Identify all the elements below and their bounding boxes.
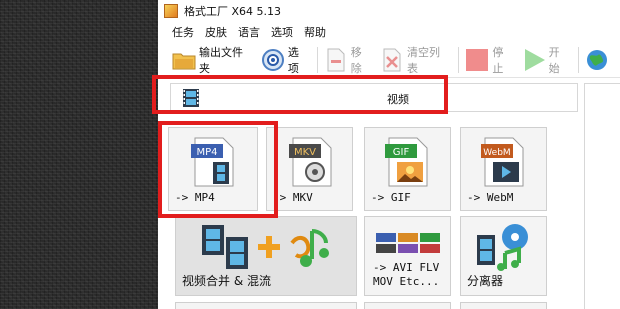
highlight-box-mp4 [158,121,278,218]
mkv-file-icon: MKV [289,137,332,187]
gif-badge: GIF [393,147,410,158]
webm-file-icon: WebM [481,137,524,187]
app-window: 格式工厂 X64 5.13 任务 皮肤 语言 选项 帮助 输出文件夹 选项 移除 [152,0,620,309]
avi-line2: MOV Etc... [373,275,440,288]
splitter-label: 分离器 [467,274,504,288]
title-bar: 格式工厂 X64 5.13 [158,0,620,22]
clear-list-button[interactable]: 清空列表 [380,45,450,75]
toolbar-separator [577,46,579,73]
tile-webm[interactable]: WebM -> WebM [460,127,547,211]
merge-icon [202,225,329,269]
stop-icon [465,48,489,72]
avi-flv-label: -> AVI FLV MOV Etc... [373,261,439,289]
menu-bar: 任务 皮肤 语言 选项 帮助 [158,22,620,42]
gif-label: -> GIF [371,191,411,204]
output-folder-button[interactable]: 输出文件夹 [172,45,253,75]
tile-partial [175,302,357,309]
tile-gif[interactable]: GIF -> GIF [364,127,451,211]
toolbar: 输出文件夹 选项 移除 清空列表 停止 开始 [158,42,620,78]
menu-help[interactable]: 帮助 [304,24,326,40]
play-icon [522,48,546,72]
mkv-badge: MKV [294,147,316,158]
toolbar-separator [458,46,460,73]
remove-button[interactable]: 移除 [324,45,372,75]
webm-label: -> WebM [467,191,514,204]
tile-partial [460,302,547,309]
app-logo-icon [164,4,178,18]
task-list-panel [584,83,620,309]
window-title: 格式工厂 X64 5.13 [184,5,282,18]
avi-line1: -> AVI FLV [373,261,440,274]
tile-partial [364,302,451,309]
menu-skin[interactable]: 皮肤 [205,24,227,40]
start-button[interactable]: 开始 [522,45,570,75]
webm-badge: WebM [483,148,510,158]
desktop-background [0,0,158,309]
clear-list-icon [380,48,404,72]
globe-button[interactable] [585,45,612,75]
options-icon [261,48,285,72]
globe-icon [585,48,609,72]
toolbar-separator [317,46,319,73]
mkv-label: -> MKV [273,191,313,204]
tile-avi-flv[interactable]: -> AVI FLV MOV Etc... [364,216,451,296]
options-button[interactable]: 选项 [261,45,309,75]
tile-video-merge[interactable]: 视频合并 & 混流 [175,216,357,296]
highlight-box-category [152,75,448,114]
splitter-icon [477,224,528,271]
stop-button[interactable]: 停止 [465,45,513,75]
gif-file-icon: GIF [385,137,428,187]
merge-label: 视频合并 & 混流 [182,274,271,288]
menu-options[interactable]: 选项 [271,24,293,40]
tile-splitter[interactable]: 分离器 [460,216,547,296]
folder-icon [172,48,196,72]
menu-task[interactable]: 任务 [172,24,194,40]
tile-mkv[interactable]: MKV -> MKV [266,127,353,211]
remove-icon [324,48,348,72]
formats-icon [376,233,440,253]
menu-language[interactable]: 语言 [238,24,260,40]
